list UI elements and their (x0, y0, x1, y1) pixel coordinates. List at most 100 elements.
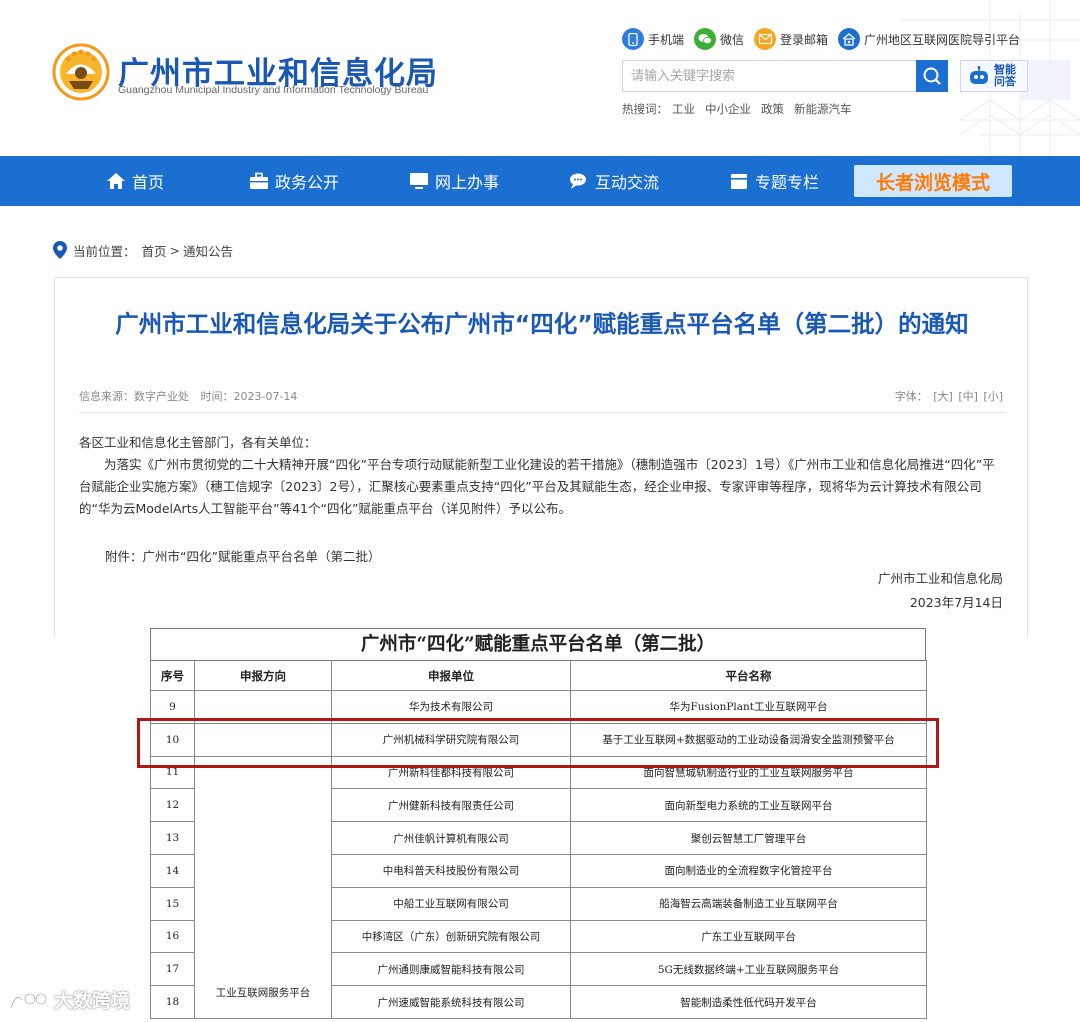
row-unit: 广州速威智能系统科技有限公司 (331, 985, 571, 1019)
row-no: 14 (150, 853, 195, 888)
hospital-guide-link[interactable]: 广州地区互联网医院导引平台 (838, 28, 1020, 50)
article-source: 信息来源：数字产业处 (79, 390, 189, 403)
row-no: 12 (150, 788, 195, 823)
header-direction: 申报方向 (194, 660, 332, 691)
hot-word[interactable]: 政策 (761, 101, 784, 117)
site-header: 广州市工业和信息化局 Guangzhou Municipal Industry … (0, 0, 1080, 156)
nav-online-service-label: 网上办事 (435, 173, 500, 192)
row-no: 16 (150, 919, 195, 954)
search-box (622, 60, 948, 92)
nav-home-label: 首页 (132, 173, 165, 192)
article-paragraph: 为落实《广州市贯彻党的二十大精神开展“四化”平台专项行动赋能新型工业化建设的若干… (79, 457, 995, 516)
nav-home[interactable]: 首页 (106, 156, 164, 206)
article-date: 2023年7月14日 (909, 595, 1003, 610)
row-unit: 广州健新科技有限责任公司 (331, 788, 571, 823)
hot-word[interactable]: 工业 (672, 101, 695, 117)
hot-word[interactable]: 中小企业 (705, 101, 751, 117)
nav-gov-affairs[interactable]: 政务公开 (249, 156, 339, 206)
mail-link-label: 登录邮箱 (780, 32, 829, 47)
row-unit: 中电科普天科技股份有限公司 (331, 853, 571, 888)
table-header-row: 序号 申报方向 申报单位 平台名称 (150, 660, 927, 691)
search-button[interactable] (916, 60, 948, 92)
mobile-link-label: 手机端 (648, 32, 685, 47)
mobile-icon (622, 28, 644, 50)
hospital-guide-label: 广州地区互联网医院导引平台 (864, 32, 1021, 47)
nav-special-topics[interactable]: 专题专栏 (729, 156, 819, 206)
font-size-label: 字体： (894, 390, 928, 403)
row-unit: 中船工业互联网有限公司 (331, 886, 571, 921)
home-icon (107, 173, 125, 189)
header-unit: 申报单位 (331, 660, 571, 691)
site-subtitle: Guangzhou Municipal Industry and Informa… (118, 84, 429, 96)
header-no: 序号 (150, 660, 195, 691)
calendar-icon (731, 174, 747, 189)
row-platform: 聚创云智慧工厂管理平台 (570, 821, 927, 855)
wechat-link-label: 微信 (720, 32, 745, 47)
article-card: 广州市工业和信息化局关于公布广州市“四化”赋能重点平台名单（第二批）的通知 信息… (54, 277, 1028, 637)
platform-list-table-image: 广州市“四化”赋能重点平台名单（第二批） 序号 申报方向 申报单位 平台名称 9… (150, 628, 927, 1022)
mail-icon (754, 28, 777, 50)
font-size-medium[interactable]: [中] (958, 390, 978, 403)
main-nav: 首页 政务公开 网上办事 互动交流 专题专栏 长者浏览模式 (0, 156, 1080, 206)
breadcrumb-home[interactable]: 首页 (142, 241, 167, 260)
table-caption: 广州市“四化”赋能重点平台名单（第二批） (150, 628, 926, 660)
breadcrumb-separator: > (169, 242, 181, 258)
top-links: 手机端 微信 登录邮箱 广州地区互联网医院导引平台 (622, 28, 1030, 50)
row-platform: 船海智云高端装备制造工业互联网平台 (570, 886, 927, 921)
robot-icon (970, 66, 988, 84)
article-title: 广州市工业和信息化局关于公布广州市“四化”赋能重点平台名单（第二批）的通知 (115, 310, 969, 338)
bureau-logo (52, 43, 110, 101)
article-salutation: 各区工业和信息化主管部门，各有关单位： (79, 435, 317, 450)
watermark-logo-icon (9, 992, 48, 1008)
row-direction-merged: 工业互联网服务平台 (194, 755, 332, 1019)
wechat-link[interactable]: 微信 (694, 28, 744, 50)
row-platform: 智能制造柔性低代码开发平台 (570, 985, 927, 1019)
watermark-text: 大数跨境 (54, 990, 131, 1012)
header-platform: 平台名称 (570, 660, 927, 691)
article-signer: 广州市工业和信息化局 (877, 571, 1003, 586)
font-size-small[interactable]: [小] (983, 390, 1003, 403)
chat-icon (570, 173, 586, 189)
row-platform: 广东工业互联网平台 (570, 919, 927, 954)
hospital-icon (838, 28, 861, 50)
nav-special-topics-label: 专题专栏 (755, 173, 820, 192)
breadcrumb-current[interactable]: 通知公告 (183, 241, 233, 260)
hot-words-label: 热搜词： (622, 102, 668, 116)
meta-divider (79, 412, 1005, 413)
row-no: 18 (150, 985, 195, 1019)
nav-interaction-label: 互动交流 (595, 173, 660, 192)
monitor-icon (410, 173, 428, 189)
row-no: 13 (150, 821, 195, 855)
article-attachment[interactable]: 附件：广州市“四化”赋能重点平台名单（第二批） (105, 546, 380, 565)
location-pin-icon (53, 241, 67, 259)
mail-link[interactable]: 登录邮箱 (754, 28, 828, 50)
ai-qa-label: 智能问答 (994, 63, 1016, 88)
nav-online-service[interactable]: 网上办事 (409, 156, 499, 206)
search-input[interactable] (623, 61, 917, 91)
row-unit: 中移湾区（广东）创新研究院有限公司 (331, 919, 571, 954)
row-no: 17 (150, 952, 195, 987)
platform-list-table: 序号 申报方向 申报单位 平台名称 9 华为技术有限公司 华为FusionPla… (150, 660, 927, 1019)
breadcrumb-label: 当前位置： (73, 243, 136, 259)
font-size-large[interactable]: [大] (933, 390, 953, 403)
nav-gov-affairs-label: 政务公开 (275, 173, 340, 192)
hot-search-words: 热搜词： 工业 中小企业 政策 新能源汽车 (622, 101, 862, 117)
row-unit: 广州通则康威智能科技有限公司 (331, 952, 571, 987)
watermark: 大数跨境 (8, 986, 130, 1013)
row-platform: 5G无线数据终端+工业互联网服务平台 (570, 952, 927, 987)
article-time: 时间：2023-07-14 (200, 390, 298, 403)
highlight-box (137, 718, 939, 768)
elder-mode-button[interactable]: 长者浏览模式 (854, 165, 1012, 197)
row-no: 15 (150, 886, 195, 921)
ai-qa-button[interactable]: 智能问答 (960, 60, 1028, 92)
font-size-switcher: 字体： [大] [中] [小] (893, 388, 1003, 404)
mobile-link[interactable]: 手机端 (622, 28, 684, 50)
article-body: 各区工业和信息化主管部门，各有关单位： 为落实《广州市贯彻党的二十大精神开展“四… (79, 432, 1005, 520)
briefcase-icon (250, 172, 268, 189)
breadcrumb: 当前位置： 首页 > 通知公告 (52, 240, 233, 260)
wechat-icon (694, 28, 717, 50)
search-icon (923, 67, 941, 85)
article-meta: 信息来源：数字产业处 时间：2023-07-14 (79, 388, 305, 404)
hot-word[interactable]: 新能源汽车 (794, 101, 852, 117)
nav-interaction[interactable]: 互动交流 (569, 156, 659, 206)
